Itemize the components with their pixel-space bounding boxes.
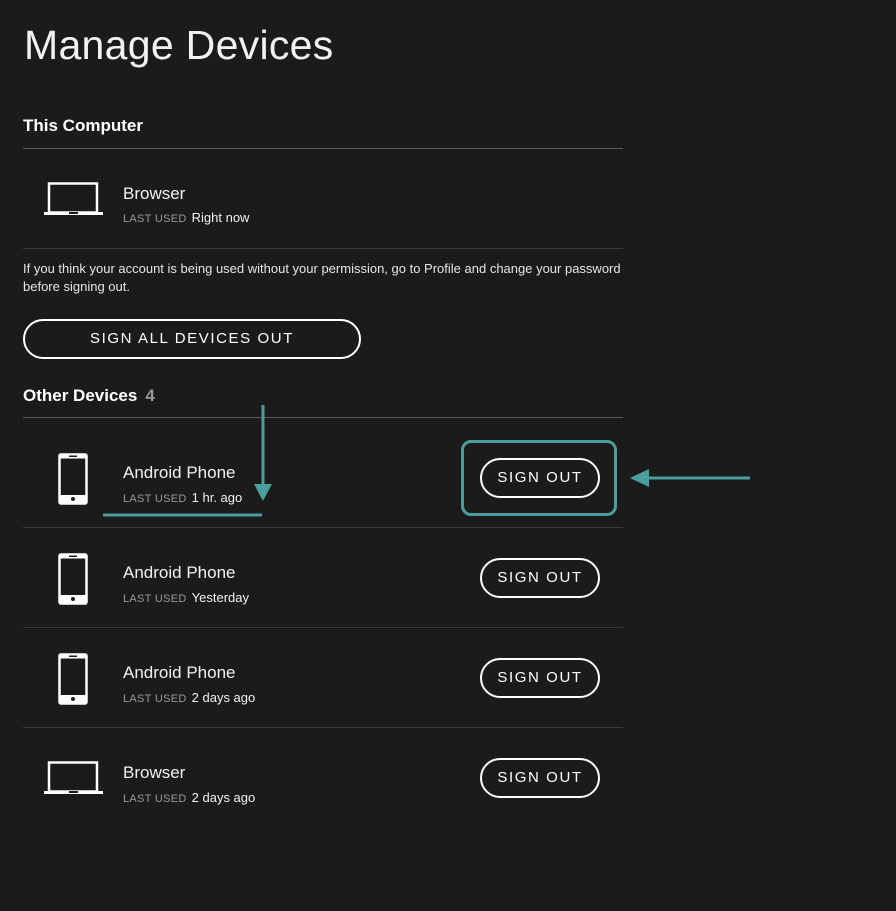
last-used-value: 2 days ago (191, 690, 256, 705)
last-used-value: Right now (191, 210, 250, 225)
device-name: Android Phone (123, 463, 236, 482)
laptop-icon (44, 182, 103, 215)
last-used-label: LAST USED (123, 493, 187, 505)
other-devices-heading: Other Devices 4 (23, 386, 155, 406)
other-devices-count: 4 (145, 386, 155, 405)
other-devices-heading-label: Other Devices (23, 386, 138, 405)
device-last-used: LAST USED 2 days ago (123, 690, 255, 707)
laptop-icon (44, 761, 103, 794)
last-used-label: LAST USED (123, 693, 187, 705)
device-name: Browser (123, 763, 186, 782)
device-row: Android Phone LAST USED Yesterday SIGN OU… (23, 528, 623, 628)
page-title: Manage Devices (24, 22, 334, 68)
last-used-label: LAST USED (123, 213, 187, 225)
device-last-used: LAST USED 1 hr. ago (123, 490, 242, 507)
phone-icon (58, 553, 88, 605)
last-used-label: LAST USED (123, 793, 187, 805)
this-computer-heading: This Computer (23, 116, 143, 135)
sign-out-button[interactable]: SIGN OUT (480, 658, 600, 698)
device-row: Android Phone LAST USED 2 days ago SIGN O… (23, 628, 623, 728)
device-last-used: LAST USED Yesterday (123, 590, 249, 607)
device-name: Android Phone (123, 663, 236, 682)
row-divider (23, 248, 623, 249)
sign-all-devices-out-button[interactable]: SIGN ALL DEVICES OUT (23, 319, 361, 359)
device-name: Browser (123, 184, 186, 203)
left-arrow-annotation (630, 469, 750, 487)
last-used-value: 2 days ago (191, 790, 256, 805)
device-last-used: LAST USED Right now (123, 210, 249, 227)
sign-out-highlight-box (461, 440, 617, 516)
last-used-label: LAST USED (123, 593, 187, 605)
this-computer-device-row: Browser LAST USED Right now (23, 149, 623, 249)
sign-out-button[interactable]: SIGN OUT (480, 758, 600, 798)
other-devices-divider (23, 417, 623, 418)
last-used-value: Yesterday (191, 590, 249, 605)
phone-icon (58, 653, 88, 705)
security-warning-text: If you think your account is being used … (23, 261, 621, 294)
sign-out-button[interactable]: SIGN OUT (480, 558, 600, 598)
manage-devices-page: Manage Devices This Computer Browser LAS… (0, 0, 896, 911)
device-name: Android Phone (123, 563, 236, 582)
device-last-used: LAST USED 2 days ago (123, 790, 255, 807)
phone-icon (58, 453, 88, 505)
last-used-value: 1 hr. ago (191, 490, 243, 505)
device-row: Browser LAST USED 2 days ago SIGN OUT (23, 728, 623, 828)
